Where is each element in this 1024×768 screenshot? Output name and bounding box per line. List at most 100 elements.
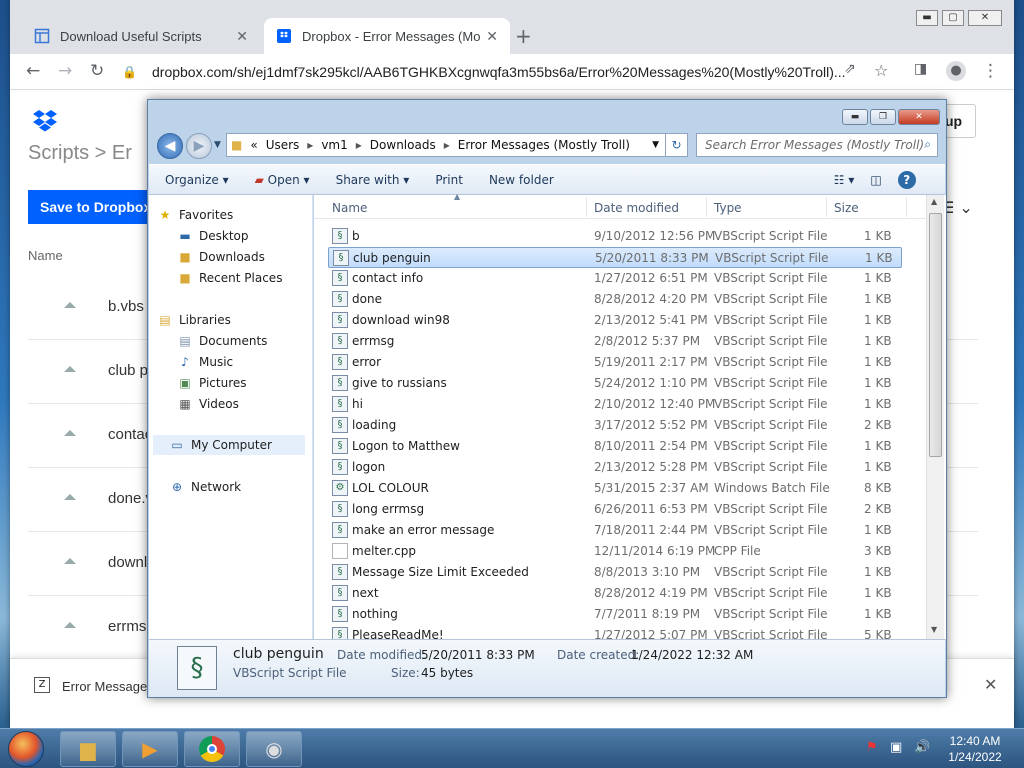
scroll-up-arrow-icon[interactable]: ▲ [931,197,937,206]
speaker-taskbar-button[interactable]: ◉ [246,731,302,767]
dropbox-logo[interactable] [32,108,58,132]
column-size[interactable]: Size [834,201,859,215]
close-window-button[interactable]: ✕ [968,10,1002,26]
nav-desktop[interactable]: ▬ Desktop [177,226,248,246]
nav-favorites[interactable]: ★ Favorites [157,205,234,225]
file-row[interactable]: § give to russians 5/24/2012 1:10 PM VBScri… [328,373,902,394]
file-row[interactable]: § PleaseReadMe! 1/27/2012 5:07 PM VBScript … [328,625,902,639]
help-icon[interactable]: ? [897,170,916,189]
column-name[interactable]: Name [332,201,367,215]
close-window-button[interactable]: ✕ [898,109,940,125]
nav-libraries[interactable]: ▤ Libraries [157,310,231,330]
file-row[interactable]: § b 9/10/2012 12:56 PM VBScript Script File… [328,226,902,247]
menu-icon[interactable]: ⋮ [982,61,999,81]
tab-dropbox[interactable]: Dropbox - Error Messages (Mostly Troll) … [264,18,510,54]
file-row[interactable]: § nothing 7/7/2011 8:19 PM VBScript Script … [328,604,902,625]
forward-button[interactable]: ▶ [186,133,212,159]
file-row[interactable]: ⚙ LOL COLOUR 5/31/2015 2:37 AM Windows Batc… [328,478,902,499]
nav-documents[interactable]: ▤ Documents [177,331,267,351]
maximize-button[interactable]: ❐ [870,109,896,125]
organize-button[interactable]: Organize ▾ [165,173,229,187]
network-tray-icon[interactable]: ▣ [890,740,902,755]
nav-videos[interactable]: ▦ Videos [177,394,239,414]
nav-my-computer[interactable]: ▭ My Computer [153,435,305,455]
file-row[interactable]: § long errmsg 6/26/2011 6:53 PM VBScript Sc… [328,499,902,520]
breadcrumb-vm1[interactable]: vm1 [321,138,347,152]
column-divider[interactable] [586,197,587,217]
file-row[interactable]: § contact info 1/27/2012 6:51 PM VBScript S… [328,268,902,289]
vertical-scrollbar[interactable]: ▲ ▼ [926,195,944,639]
media-player-taskbar-button[interactable]: ▶ [122,731,178,767]
new-folder-button[interactable]: New folder [489,173,554,187]
file-row[interactable]: § loading 3/17/2012 5:52 PM VBScript Script… [328,415,902,436]
search-icon[interactable]: ⌕ [924,137,931,152]
maximize-button[interactable]: ▢ [942,10,964,26]
column-date-modified[interactable]: Date modified [594,201,679,215]
scrollbar-thumb[interactable] [929,213,942,457]
address-overflow[interactable]: « [250,138,257,152]
file-row[interactable]: melter.cpp 12/11/2014 6:19 PM CPP File 3 KB [328,541,902,562]
tab-close-icon[interactable]: ✕ [486,28,498,45]
nav-network[interactable]: ⊕ Network [169,477,241,497]
file-row[interactable]: § Logon to Matthew 8/10/2011 2:54 PM VBScri… [328,436,902,457]
scroll-down-arrow-icon[interactable]: ▼ [931,625,937,634]
nav-pictures[interactable]: ▣ Pictures [177,373,246,393]
address-bar[interactable]: 🔒 dropbox.com/sh/ej1dmf7sk295kcl/AAB6TGH… [122,58,882,86]
change-view-icon[interactable]: ☷ ▾ [834,173,855,187]
breadcrumb-separator-icon[interactable]: ▸ [444,138,450,152]
new-tab-button[interactable]: + [515,24,532,48]
save-to-dropbox-button[interactable]: Save to Dropbox [28,190,150,224]
nav-music[interactable]: ♪ Music [177,352,233,372]
volume-icon[interactable]: 🔊 [914,740,930,755]
chrome-taskbar-button[interactable] [184,731,240,767]
column-divider[interactable] [906,197,907,217]
file-row[interactable]: § club penguin 5/20/2011 8:33 PM VBScript S… [328,247,902,268]
search-input[interactable]: Search Error Messages (Mostly Troll) ⌕ [696,133,938,157]
address-bar[interactable]: ■ « Users ▸ vm1 ▸ Downloads ▸ Error Mess… [226,133,666,157]
start-button[interactable] [8,731,44,767]
system-clock[interactable]: 12:40 AM 1/24/2022 [940,733,1010,765]
preview-pane-icon[interactable]: ◫ [870,173,881,187]
back-icon[interactable]: ← [26,61,40,81]
file-row[interactable]: § done 8/28/2012 4:20 PM VBScript Script Fi… [328,289,902,310]
breadcrumb-users[interactable]: Users [266,138,300,152]
address-dropdown-icon[interactable]: ▼ [652,140,659,150]
share-icon[interactable]: ⇗ [844,61,856,77]
column-divider[interactable] [706,197,707,217]
tab-download-scripts[interactable]: Download Useful Scripts ✕ [22,18,260,54]
close-icon[interactable]: ✕ [984,675,997,694]
forward-icon[interactable]: → [58,61,72,81]
nav-recent-places[interactable]: ■ Recent Places [177,268,282,288]
file-row[interactable]: § errmsg 2/8/2012 5:37 PM VBScript Script F… [328,331,902,352]
action-center-icon[interactable]: ⚑ [866,740,878,755]
minimize-button[interactable]: ▬ [842,109,868,125]
column-type[interactable]: Type [714,201,742,215]
print-button[interactable]: Print [435,173,463,187]
reload-icon[interactable]: ↻ [90,61,104,81]
nav-downloads[interactable]: ■ Downloads [177,247,265,267]
file-row[interactable]: § hi 2/10/2012 12:40 PM VBScript Script Fil… [328,394,902,415]
file-row[interactable]: § download win98 2/13/2012 5:41 PM VBScript… [328,310,902,331]
explorer-taskbar-button[interactable]: ▆ [60,731,116,767]
minimize-button[interactable]: ▬ [916,10,938,26]
tab-close-icon[interactable]: ✕ [236,28,248,45]
breadcrumb-downloads[interactable]: Downloads [370,138,436,152]
breadcrumb-separator-icon[interactable]: ▸ [307,138,313,152]
open-button[interactable]: ▰ Open ▾ [255,173,310,187]
side-panel-icon[interactable]: ◨ [914,61,927,77]
breadcrumb-separator-icon[interactable]: ▸ [356,138,362,152]
profile-avatar[interactable]: ● [946,61,966,81]
file-row[interactable]: § logon 2/13/2012 5:28 PM VBScript Script F… [328,457,902,478]
file-row[interactable]: § Message Size Limit Exceeded 8/8/2013 3:1… [328,562,902,583]
back-button[interactable]: ◀ [157,133,183,159]
refresh-icon[interactable]: ↻ [666,133,688,157]
breadcrumb-error-messages[interactable]: Error Messages (Mostly Troll) [458,138,630,152]
recent-pages-dropdown-icon[interactable]: ▼ [214,140,221,150]
name-column-header[interactable]: Name [28,248,63,263]
file-row[interactable]: § error 5/19/2011 2:17 PM VBScript Script F… [328,352,902,373]
column-divider[interactable] [826,197,827,217]
file-row[interactable]: § next 8/28/2012 4:19 PM VBScript Script Fi… [328,583,902,604]
share-with-button[interactable]: Share with ▾ [336,173,410,187]
file-row[interactable]: § make an error message 7/18/2011 2:44 PM V… [328,520,902,541]
bookmark-star-icon[interactable]: ☆ [874,61,888,80]
